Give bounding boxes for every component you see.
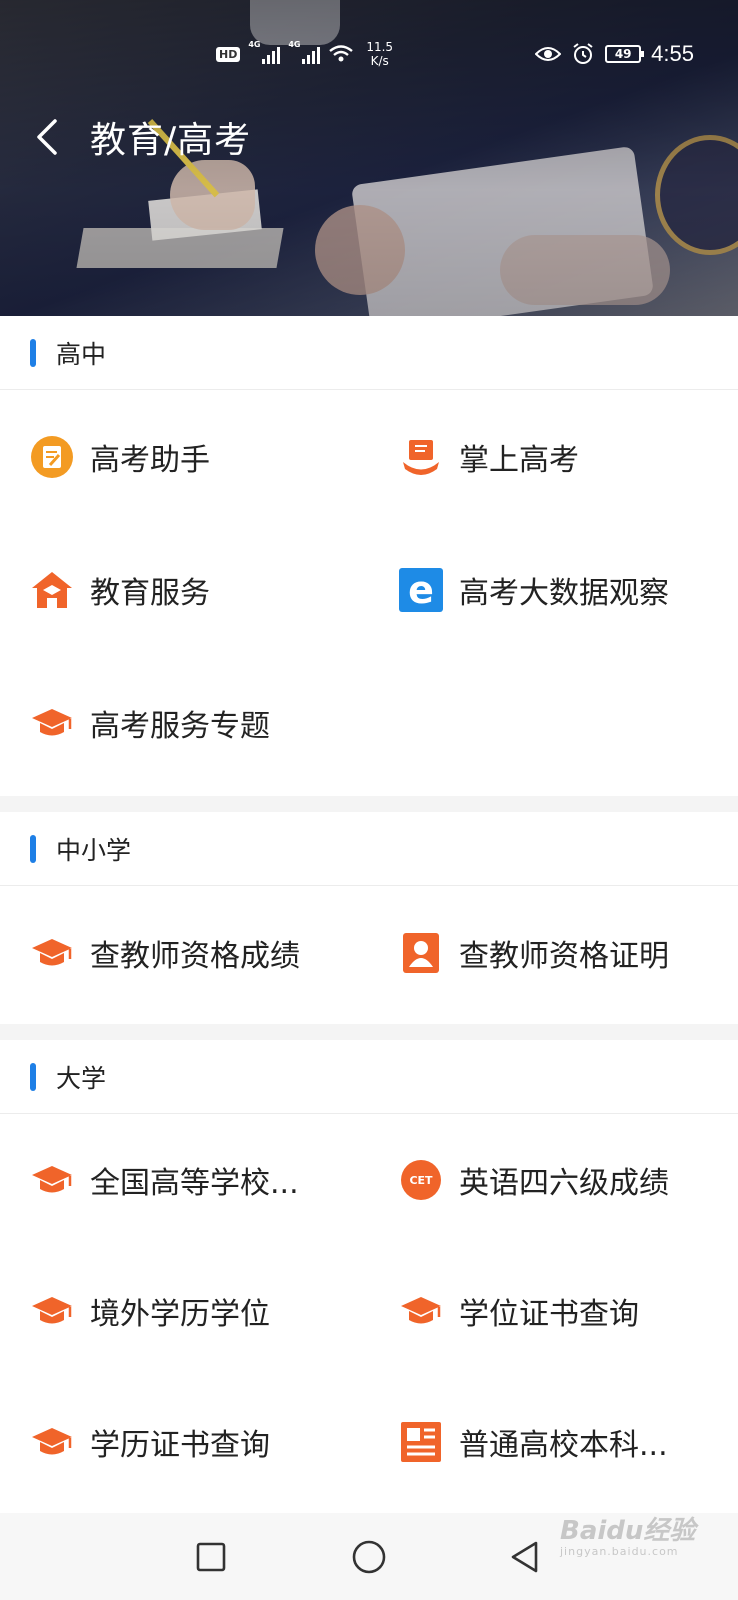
section-title: 高中 <box>56 339 107 369</box>
service-label: 学历证书查询 <box>90 1427 270 1463</box>
section-accent-bar <box>30 834 36 863</box>
service-label: 英语四六级成绩 <box>459 1165 669 1201</box>
section-high-school: 高中 高考助手 掌上高考 教育服务 e 高考大数据观察 高考服务专题 <box>0 316 738 796</box>
service-item-teacher-qualification-score[interactable]: 查教师资格成绩 <box>0 886 369 1019</box>
network-speed: 11.5 K/s <box>366 40 394 68</box>
service-label: 境外学历学位 <box>90 1296 270 1332</box>
svg-text:CET: CET <box>409 1174 433 1187</box>
square-icon <box>196 1542 226 1572</box>
section-header: 大学 <box>0 1040 738 1114</box>
service-label: 掌上高考 <box>459 442 579 478</box>
hd-badge: HD <box>216 46 241 62</box>
section-divider <box>0 796 738 812</box>
service-grid: 查教师资格成绩 查教师资格证明 <box>0 886 738 1019</box>
triangle-back-icon <box>511 1541 538 1573</box>
graduation-cap-icon <box>30 701 74 745</box>
recent-apps-button[interactable] <box>189 1535 233 1579</box>
status-bar: HD 4G 4G 11.5 K/s 49 4:55 <box>0 0 738 90</box>
svg-text:e: e <box>408 568 434 612</box>
service-item-national-higher-education[interactable]: 全国高等学校... <box>0 1114 369 1245</box>
service-item-gaokao-big-data[interactable]: e 高考大数据观察 <box>369 523 738 656</box>
graduation-cap-icon <box>30 1420 74 1464</box>
graduation-cap-icon <box>30 1289 74 1333</box>
back-button[interactable] <box>10 92 82 182</box>
school-house-icon <box>30 568 74 612</box>
service-item-teacher-qualification-cert[interactable]: 查教师资格证明 <box>369 886 738 1019</box>
service-label: 高考服务专题 <box>90 708 270 744</box>
header-banner: HD 4G 4G 11.5 K/s 49 4:55 教育/高考 <box>0 0 738 316</box>
service-item-undergraduate-programs[interactable]: 普通高校本科... <box>369 1376 738 1507</box>
service-label: 查教师资格成绩 <box>90 938 300 974</box>
service-label: 普通高校本科... <box>459 1427 668 1463</box>
graduation-cap-icon <box>30 931 74 975</box>
graduation-cap-icon <box>399 1289 443 1333</box>
circle-icon <box>352 1540 386 1574</box>
title-bar: 教育/高考 <box>0 92 738 182</box>
note-icon <box>30 435 74 479</box>
section-primary-secondary: 中小学 查教师资格成绩 查教师资格证明 <box>0 812 738 1024</box>
clock: 4:55 <box>651 41 694 66</box>
battery-indicator: 49 <box>605 45 645 63</box>
book-hand-icon <box>399 435 443 479</box>
service-label: 全国高等学校... <box>90 1165 299 1201</box>
section-header: 高中 <box>0 316 738 390</box>
service-item-education-services[interactable]: 教育服务 <box>0 523 369 656</box>
section-divider <box>0 1024 738 1040</box>
service-item-gaokao-topics[interactable]: 高考服务专题 <box>0 656 369 789</box>
service-label: 高考助手 <box>90 442 210 478</box>
service-label: 学位证书查询 <box>459 1296 639 1332</box>
person-badge-icon <box>399 931 443 975</box>
service-item-diploma-query[interactable]: 学历证书查询 <box>0 1376 369 1507</box>
page-title: 教育/高考 <box>90 120 252 161</box>
wifi-icon <box>329 45 354 62</box>
document-list-icon <box>399 1420 443 1464</box>
service-label: 高考大数据观察 <box>459 575 669 611</box>
service-label: 查教师资格证明 <box>459 938 669 974</box>
alarm-icon <box>573 43 593 64</box>
section-title: 中小学 <box>56 835 132 865</box>
cet-icon: CET <box>399 1158 443 1202</box>
section-university: 大学 全国高等学校... CET 英语四六级成绩 境外学历学位 学位证书查询 学… <box>0 1040 738 1513</box>
service-item-degree-certificate-query[interactable]: 学位证书查询 <box>369 1245 738 1376</box>
section-header: 中小学 <box>0 812 738 886</box>
watermark-logo: Baidu经验 jingyan.baidu.com <box>560 1516 696 1558</box>
section-title: 大学 <box>56 1063 107 1093</box>
service-grid: 高考助手 掌上高考 教育服务 e 高考大数据观察 高考服务专题 <box>0 390 738 789</box>
section-accent-bar <box>30 1062 36 1091</box>
graduation-cap-icon <box>30 1158 74 1202</box>
section-accent-bar <box>30 338 36 367</box>
service-grid: 全国高等学校... CET 英语四六级成绩 境外学历学位 学位证书查询 学历证书… <box>0 1114 738 1507</box>
service-item-gaokao-assistant[interactable]: 高考助手 <box>0 390 369 523</box>
service-item-overseas-degree[interactable]: 境外学历学位 <box>0 1245 369 1376</box>
service-item-cet-score[interactable]: CET 英语四六级成绩 <box>369 1114 738 1245</box>
eye-icon <box>535 47 562 61</box>
service-label: 教育服务 <box>90 575 210 611</box>
service-item-handheld-gaokao[interactable]: 掌上高考 <box>369 390 738 523</box>
back-nav-button[interactable] <box>503 1535 547 1579</box>
chevron-left-icon <box>37 119 57 155</box>
signal-icon: 4G <box>248 40 281 64</box>
home-button[interactable] <box>347 1535 391 1579</box>
e-icon: e <box>399 567 443 612</box>
signal-icon: 4G <box>288 40 321 64</box>
